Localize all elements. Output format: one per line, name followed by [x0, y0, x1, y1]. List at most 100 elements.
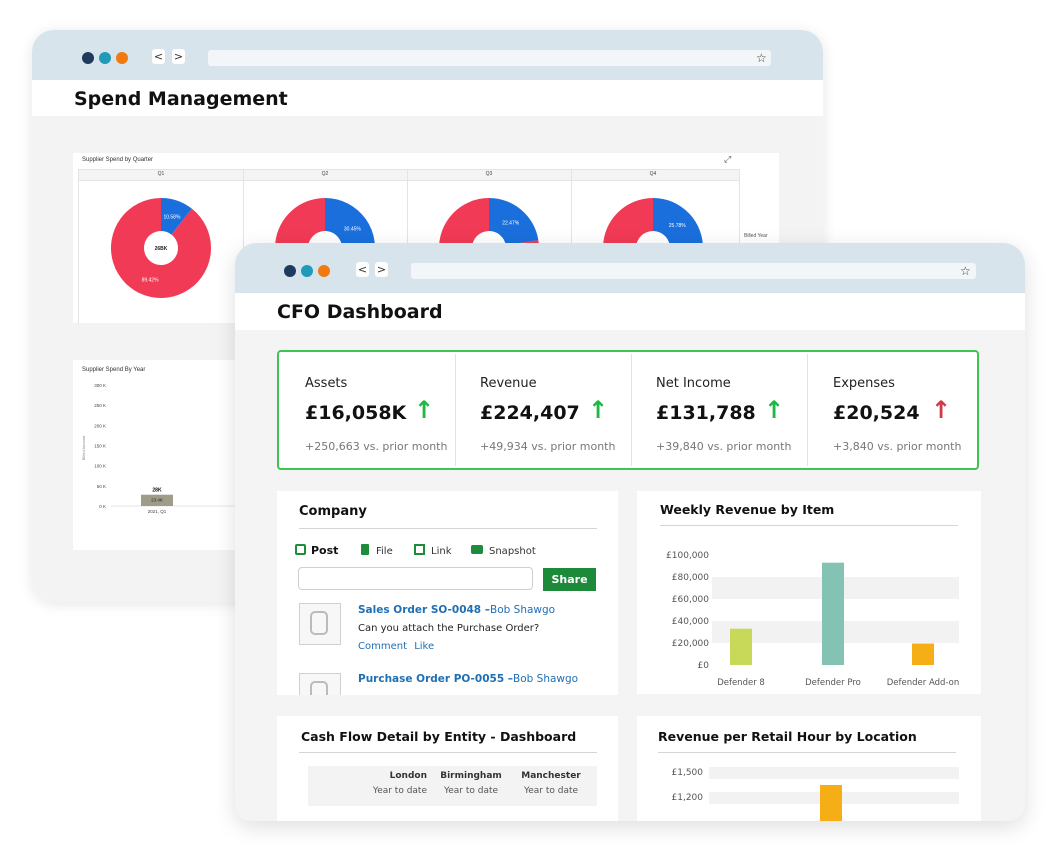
bar-inner-label: 23.4K — [151, 498, 163, 503]
y-tick-label: £40,000 — [672, 617, 709, 627]
post-input[interactable] — [298, 567, 533, 590]
weekly-revenue-card: Weekly Revenue by Item £100,000 £80,000 £6… — [637, 491, 981, 694]
column-header: Manchester — [521, 771, 581, 781]
chart-bar — [730, 628, 752, 665]
kpi-strip: Assets £16,058K ↑ +250,663 vs. prior mon… — [277, 350, 979, 470]
feed-item-title[interactable]: Sales Order SO-0048 –Bob Shawgo — [358, 604, 555, 616]
arrow-up-icon: ↑ — [414, 396, 435, 424]
donut-slice-label: 10.58% — [163, 214, 181, 220]
y-tick-label: £0 — [698, 661, 710, 671]
column-subheader: Year to date — [372, 786, 427, 796]
feed-author-link[interactable]: Bob Shawgo — [490, 604, 555, 616]
kpi-label: Revenue — [480, 376, 537, 391]
cash-flow-table-header: London Year to date Birmingham Year to d… — [308, 766, 597, 806]
camera-icon — [471, 545, 483, 554]
arrow-up-icon: ↑ — [764, 396, 785, 424]
bookmark-star-icon[interactable]: ☆ — [960, 263, 971, 279]
tab-snapshot[interactable]: Snapshot — [471, 539, 536, 557]
kpi-label: Net Income — [656, 376, 731, 391]
bar-value-label: 28K — [152, 488, 162, 494]
card-title: Revenue per Retail Hour by Location — [658, 729, 917, 744]
legend-title: Billed Year — [744, 233, 768, 239]
user-placeholder-icon — [310, 611, 328, 635]
kpi-label: Expenses — [833, 376, 895, 391]
y-tick-label: £80,000 — [672, 573, 709, 583]
retail-revenue-card: Revenue per Retail Hour by Location £1,5… — [637, 716, 981, 821]
x-tick-label: Defender Pro — [805, 678, 861, 688]
share-button[interactable]: Share — [543, 568, 596, 591]
kpi-card-assets[interactable]: Assets £16,058K ↑ +250,663 vs. prior mon… — [279, 352, 455, 468]
column-subheader: Year to date — [523, 786, 579, 796]
address-bar[interactable] — [208, 50, 771, 66]
y-tick-label: £100,000 — [666, 551, 709, 561]
kpi-label: Assets — [305, 376, 348, 391]
tab-label: File — [376, 546, 393, 557]
window-dot-orange[interactable] — [318, 265, 330, 277]
window-dot-orange[interactable] — [116, 52, 128, 64]
column-header: Birmingham — [440, 771, 502, 781]
kpi-delta: +49,934 vs. prior month — [480, 440, 616, 453]
kpi-card-net-income[interactable]: Net Income £131,788 ↑ +39,840 vs. prior … — [631, 352, 807, 468]
bookmark-star-icon[interactable]: ☆ — [756, 50, 767, 66]
card-title-rule — [299, 752, 597, 753]
address-bar[interactable] — [411, 263, 976, 279]
arrow-up-icon: ↑ — [588, 396, 609, 424]
chart-bar — [912, 643, 934, 665]
comment-link[interactable]: Comment — [358, 641, 407, 652]
link-icon — [414, 544, 425, 555]
file-icon — [361, 544, 369, 555]
chart-bar — [820, 785, 842, 821]
y-tick-label: 150 K — [94, 444, 106, 449]
column-subheader: Year to date — [443, 786, 499, 796]
x-tick-label: Defender Add-on — [887, 678, 959, 688]
avatar — [299, 673, 341, 695]
kpi-value: £224,407 — [480, 402, 580, 424]
card-title-rule — [658, 752, 956, 753]
feed-record-link[interactable]: Sales Order SO-0048 – — [358, 604, 490, 616]
like-link[interactable]: Like — [414, 641, 434, 652]
post-icon — [295, 544, 306, 555]
tab-link[interactable]: Link — [414, 539, 452, 557]
dashboard-header: CFO Dashboard — [235, 293, 1025, 330]
feed-author-link[interactable]: Bob Shawgo — [513, 673, 578, 685]
donut-slice-label: 22.47% — [502, 221, 520, 227]
card-title-rule — [299, 528, 597, 529]
cash-flow-card: Cash Flow Detail by Entity - Dashboard L… — [277, 716, 618, 821]
window-dot-teal[interactable] — [301, 265, 313, 277]
window-dot-dark[interactable] — [284, 265, 296, 277]
kpi-value: £16,058K — [305, 402, 407, 424]
donut-slice-label: 89.42% — [142, 278, 160, 284]
y-tick-label: 100 K — [94, 464, 106, 469]
y-axis-title: Billed Amount — [81, 435, 86, 460]
kpi-card-revenue[interactable]: Revenue £224,407 ↑ +49,934 vs. prior mon… — [455, 352, 631, 468]
company-card: Company Post File Link Snapshot Share Sa… — [277, 491, 618, 695]
y-tick-label: 50 K — [97, 484, 106, 489]
kpi-value: £20,524 — [833, 402, 920, 424]
back-button[interactable]: < — [152, 49, 165, 64]
kpi-card-expenses[interactable]: Expenses £20,524 ↑ +3,840 vs. prior mont… — [807, 352, 979, 468]
feed-item-title[interactable]: Purchase Order PO-0055 –Bob Shawgo — [358, 673, 578, 685]
forward-button[interactable]: > — [172, 49, 185, 64]
tab-label: Post — [311, 544, 339, 557]
x-tick-label: Defender 8 — [717, 678, 765, 688]
tab-file[interactable]: File — [361, 539, 393, 557]
browser-titlebar: < > ☆ — [235, 243, 1025, 293]
chart-bar — [822, 562, 844, 665]
feed-record-link[interactable]: Purchase Order PO-0055 – — [358, 673, 513, 685]
feed-item-text: Can you attach the Purchase Order? — [358, 623, 540, 634]
browser-titlebar: < > ☆ — [32, 30, 823, 80]
y-tick-label: 300 K — [94, 383, 106, 388]
feed-actions: Comment Like — [358, 641, 434, 652]
gridband — [709, 767, 959, 779]
donut-slice-label: 30.45% — [344, 227, 362, 233]
weekly-revenue-chart: £100,000 £80,000 £60,000 £40,000 £20,000 £0 De… — [666, 551, 959, 688]
window-dot-teal[interactable] — [99, 52, 111, 64]
tab-label: Link — [431, 546, 452, 557]
x-tick-label: 2021, Q1 — [148, 509, 167, 514]
y-tick-label: £1,500 — [671, 768, 704, 778]
arrow-up-icon: ↑ — [931, 396, 952, 424]
back-button[interactable]: < — [356, 262, 369, 277]
window-dot-dark[interactable] — [82, 52, 94, 64]
forward-button[interactable]: > — [375, 262, 388, 277]
tab-post[interactable]: Post — [295, 539, 339, 557]
